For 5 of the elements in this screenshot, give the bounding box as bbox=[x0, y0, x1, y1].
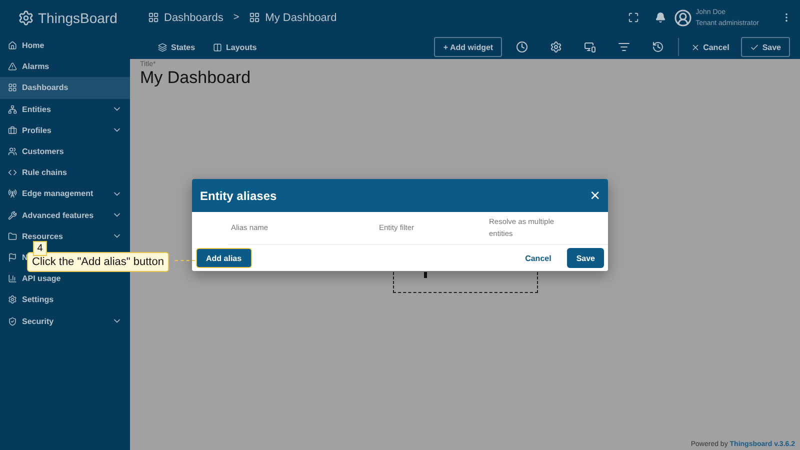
breadcrumb-separator: > bbox=[233, 12, 240, 23]
callout-tooltip: Click the "Add alias" button bbox=[27, 252, 169, 272]
app-logo-text: ThingsBoard bbox=[38, 10, 118, 26]
dialog-title: Entity aliases bbox=[200, 188, 277, 202]
step-number-tooltip: 4 bbox=[33, 241, 47, 256]
